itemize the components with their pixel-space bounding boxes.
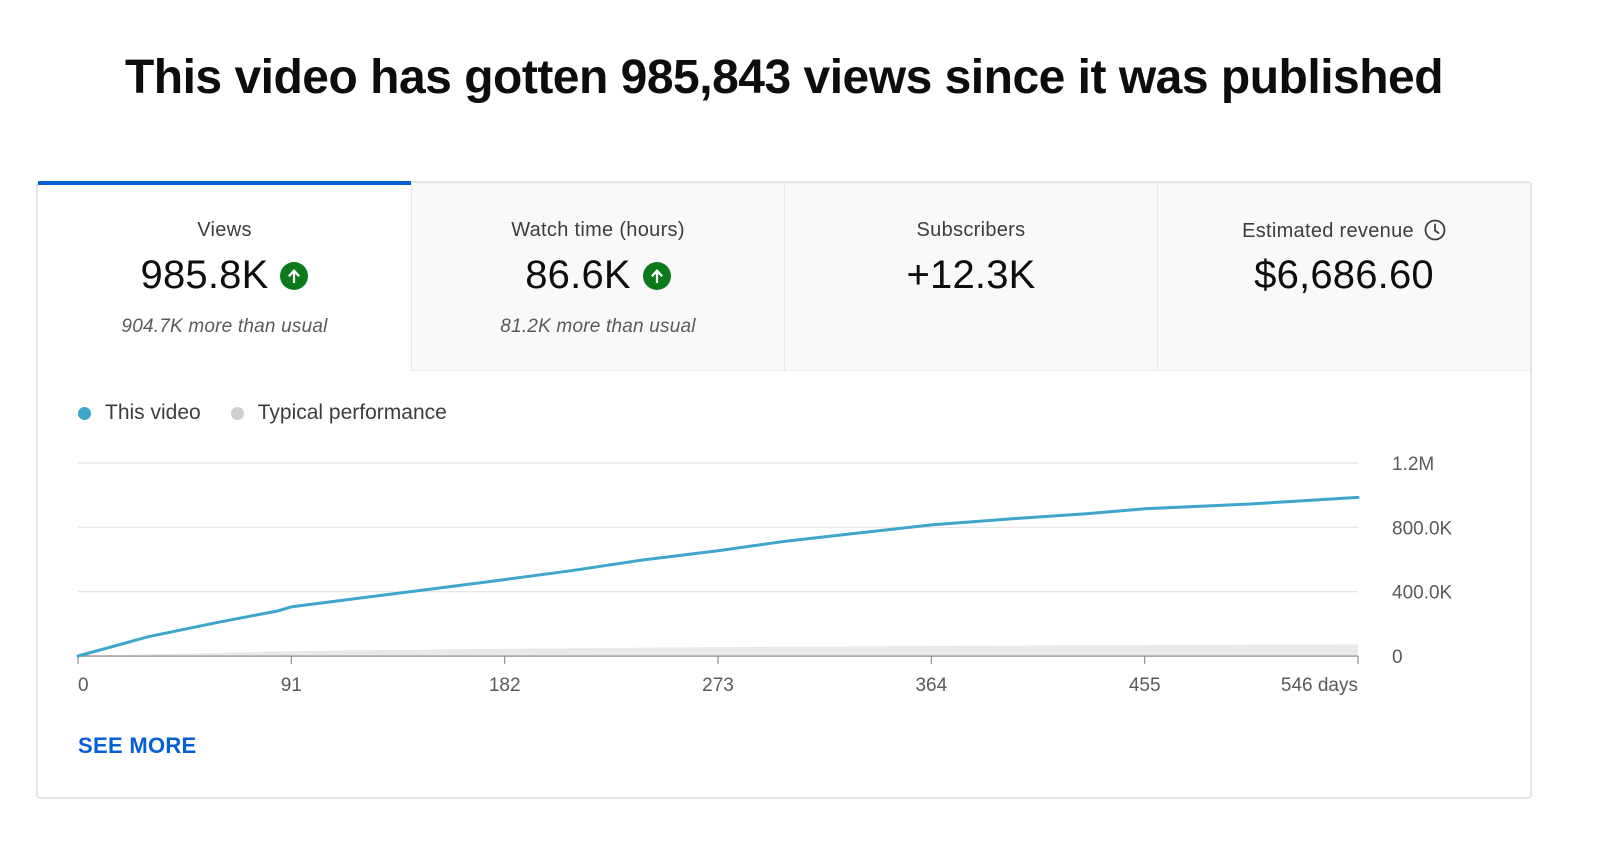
y-tick-label: 1.2M xyxy=(1392,454,1434,475)
page-headline: This video has gotten 985,843 views sinc… xyxy=(124,51,1444,104)
tab-value: $6,686.60 xyxy=(1254,253,1434,297)
chart-legend: This video Typical performance xyxy=(78,401,477,425)
x-tick-label: 182 xyxy=(489,675,521,696)
x-tick-label: 546 days xyxy=(1281,675,1358,696)
tab-value-row: 86.6K xyxy=(412,253,784,298)
tab-value: +12.3K xyxy=(906,253,1036,297)
x-tick-label: 455 xyxy=(1129,675,1161,696)
x-tick-label: 0 xyxy=(78,675,89,696)
legend-item-typical: Typical performance xyxy=(230,401,447,425)
arrow-up-icon xyxy=(642,261,671,290)
legend-label: This video xyxy=(105,401,201,424)
analytics-card: Views 985.8K 904.7K more than usual Watc… xyxy=(36,181,1532,799)
legend-label: Typical performance xyxy=(257,401,447,424)
tab-label: Views xyxy=(197,219,252,241)
tab-label-row: Estimated revenue xyxy=(1158,219,1530,243)
tab-subscribers[interactable]: Subscribers +12.3K xyxy=(784,183,1157,371)
tab-value: 86.6K xyxy=(525,253,631,297)
tab-note: 81.2K more than usual xyxy=(500,316,696,337)
legend-dot-this-video xyxy=(78,406,91,420)
series-typical-performance xyxy=(78,644,1358,656)
metric-tabs: Views 985.8K 904.7K more than usual Watc… xyxy=(38,181,1530,371)
tab-value-row: 985.8K xyxy=(38,253,411,298)
x-tick-label: 364 xyxy=(915,675,947,696)
legend-item-this-video: This video xyxy=(78,401,201,425)
see-more-link[interactable]: SEE MORE xyxy=(78,733,197,759)
tab-label: Estimated revenue xyxy=(1242,220,1414,242)
tab-label: Watch time (hours) xyxy=(511,219,685,241)
y-tick-label: 0 xyxy=(1392,647,1403,668)
tab-note: 904.7K more than usual xyxy=(121,316,328,337)
tab-value-row: +12.3K xyxy=(785,253,1157,298)
y-tick-label: 400.0K xyxy=(1392,583,1453,604)
tab-views[interactable]: Views 985.8K 904.7K more than usual xyxy=(38,181,411,371)
x-tick-label: 91 xyxy=(281,675,302,696)
series-this-video xyxy=(76,495,1360,658)
tab-estimated-revenue[interactable]: Estimated revenue $6,686.60 xyxy=(1157,183,1530,371)
tab-value: 985.8K xyxy=(140,253,269,297)
x-tick-label: 273 xyxy=(702,675,734,696)
y-tick-label: 800.0K xyxy=(1392,518,1453,539)
clock-icon[interactable] xyxy=(1424,219,1446,241)
views-line-chart: 0 400.0K 800.0K 1.2M 0 91 182 273 364 455 546 days xyxy=(76,454,1453,696)
tab-value-row: $6,686.60 xyxy=(1158,253,1530,298)
legend-dot-typical xyxy=(230,406,244,420)
arrow-up-icon xyxy=(280,261,309,290)
tab-label: Subscribers xyxy=(916,219,1026,241)
tab-watch-time[interactable]: Watch time (hours) 86.6K 81.2K more than… xyxy=(411,183,784,371)
